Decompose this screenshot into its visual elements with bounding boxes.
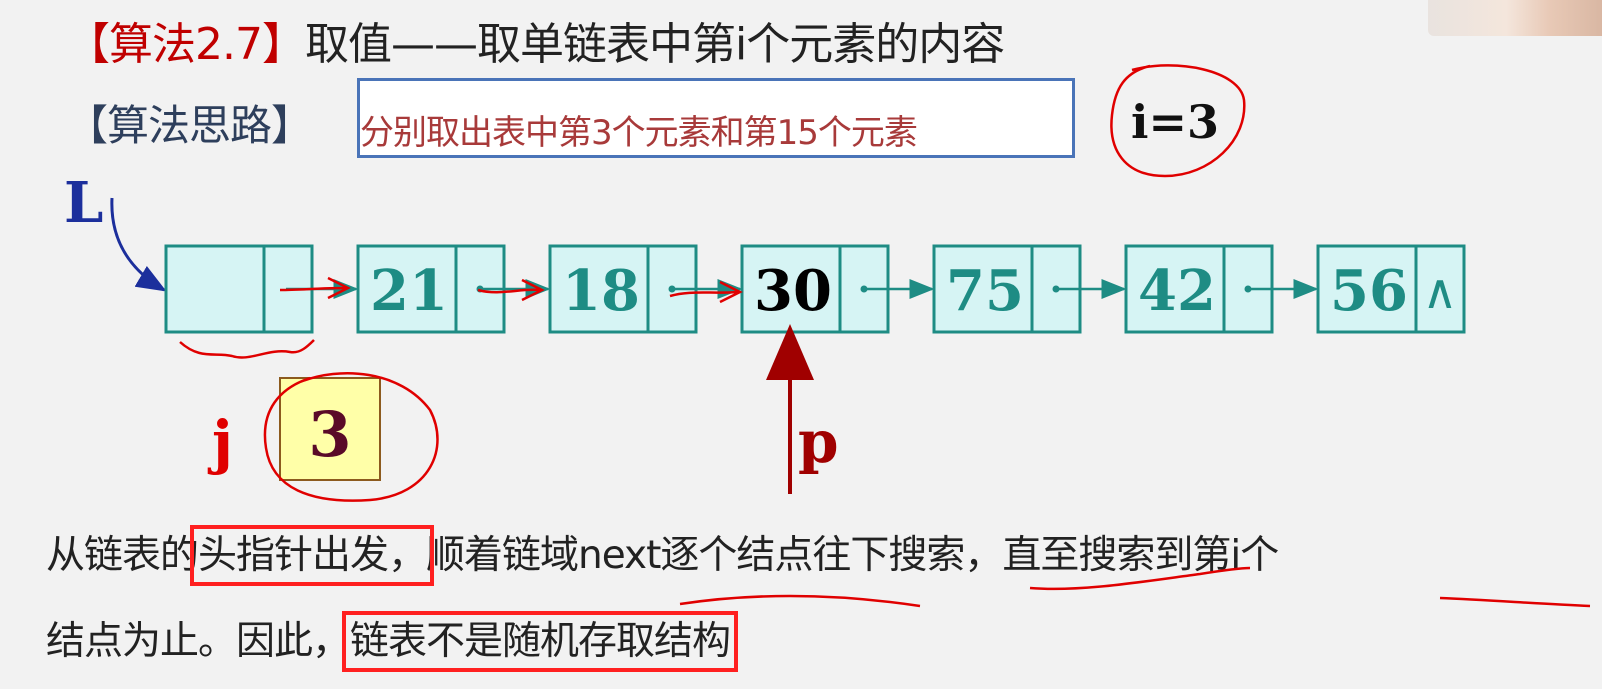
- node-value: 56: [1330, 258, 1408, 324]
- i-note: i=3: [1131, 95, 1219, 149]
- paragraph-line-1: 从链表的头指针出发，顺着链域next逐个结点往下搜索，直至搜索到第i个: [46, 524, 1279, 586]
- node-value: 42: [1138, 258, 1216, 324]
- node-value: 21: [370, 258, 448, 324]
- p-label: p: [798, 408, 839, 476]
- list-node: 56 ∧: [1316, 244, 1466, 334]
- para2-start: 结点为止。因此，: [46, 619, 351, 664]
- paragraph-line-2: 结点为止。因此，链表不是随机存取结构: [46, 610, 739, 672]
- head-underline-annotation: [179, 339, 315, 359]
- para1-start: 从链表的: [46, 533, 199, 578]
- head-arrow: [110, 197, 167, 292]
- list-node: 30: [740, 244, 935, 334]
- list-node: 75: [932, 244, 1127, 334]
- list-node: 21: [356, 244, 551, 334]
- node-value: 18: [562, 258, 640, 324]
- head-label: L: [64, 170, 103, 236]
- para1-rest: 顺着链域next逐个结点往下搜索，直至搜索到第i个: [426, 533, 1279, 578]
- node-value: 30: [754, 258, 832, 324]
- highlight-not-random-access: 链表不是随机存取结构: [342, 611, 739, 672]
- list-node: 42: [1124, 244, 1319, 334]
- highlight-head-pointer: 头指针出发，: [190, 525, 435, 586]
- j-label: j: [207, 408, 233, 476]
- linked-list-diagram: i=3 L 21 18 30 75 42 56 ∧ p j 3: [64, 64, 1466, 502]
- list-node: 18: [548, 244, 743, 334]
- node-value: 75: [946, 258, 1024, 324]
- j-value: 3: [308, 398, 351, 471]
- null-symbol: ∧: [1422, 264, 1457, 320]
